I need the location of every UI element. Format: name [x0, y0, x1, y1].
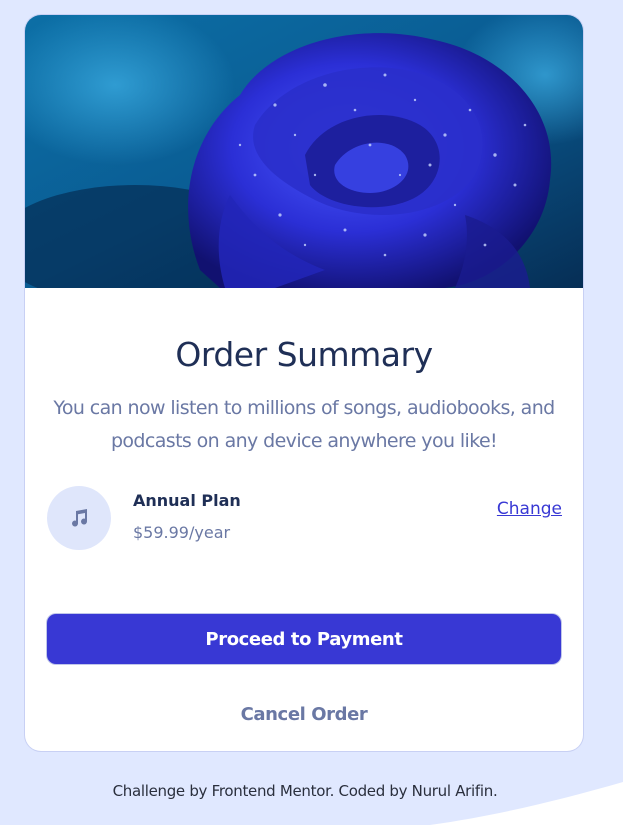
order-description: You can now listen to millions of songs,… [53, 397, 555, 452]
proceed-to-payment-button[interactable]: Proceed to Payment [47, 614, 561, 664]
plan-name: Annual Plan [133, 491, 241, 510]
music-note-icon [47, 486, 111, 550]
attribution-footer: Challenge by Frontend Mentor. Coded by N… [112, 782, 498, 800]
order-summary-card: Order Summary You can now listen to mill… [25, 15, 583, 751]
change-plan-link[interactable]: Change [497, 498, 562, 520]
hero-image [25, 15, 583, 288]
plan-price: $59.99/year [133, 523, 231, 542]
page-title: Order Summary [175, 335, 433, 374]
cancel-order-button[interactable]: Cancel Order [47, 698, 561, 730]
